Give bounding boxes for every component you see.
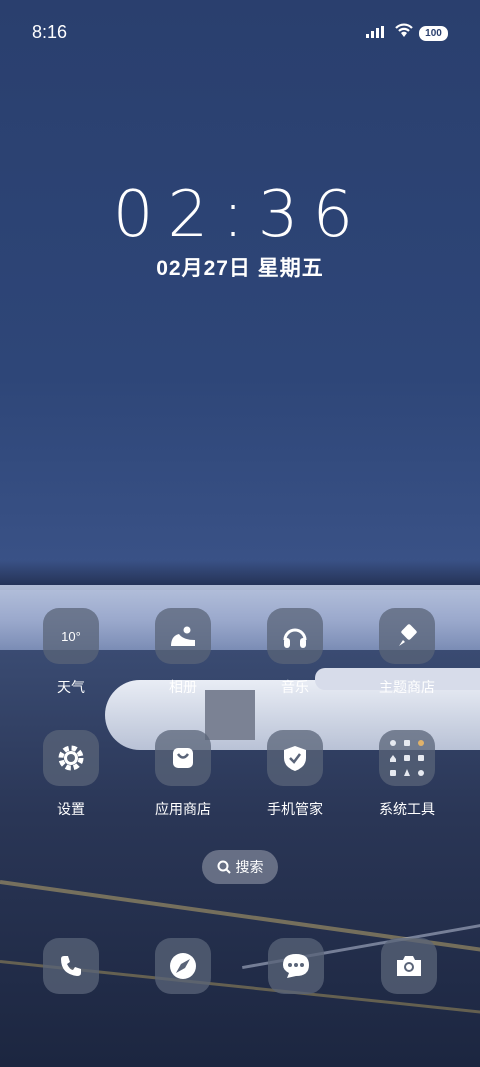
brush-icon [379, 608, 435, 664]
app-label: 设置 [57, 801, 85, 817]
status-time: 8:16 [32, 22, 68, 42]
app-label: 天气 [57, 679, 85, 695]
app-gallery[interactable]: 相册 [128, 608, 238, 697]
phone-icon [43, 938, 99, 994]
wifi-icon [395, 23, 413, 37]
message-icon [268, 938, 324, 994]
app-label: 音乐 [281, 679, 309, 695]
app-app-store[interactable]: 应用商店 [128, 730, 238, 819]
shopping-bag-icon [155, 730, 211, 786]
wallpaper [0, 0, 480, 1067]
shield-check-icon [267, 730, 323, 786]
app-label: 应用商店 [155, 801, 211, 817]
folder-grid-icon [379, 730, 435, 786]
search-label: 搜索 [235, 859, 264, 875]
gear-icon [43, 730, 99, 786]
battery-indicator: 100 [419, 26, 448, 41]
app-label: 相册 [169, 679, 197, 695]
compass-browser-icon [155, 938, 211, 994]
headphones-icon [267, 608, 323, 664]
clock-time[interactable]: 02:36 [0, 178, 480, 252]
app-system-tools-folder[interactable]: 系统工具 [352, 730, 462, 819]
dock-messages[interactable] [268, 938, 324, 994]
app-label: 系统工具 [379, 801, 435, 817]
camera-icon [381, 938, 437, 994]
signal-bars-icon [366, 26, 384, 38]
dock-camera[interactable] [381, 938, 437, 994]
app-theme-store[interactable]: 主题商店 [352, 608, 462, 697]
weather-icon: 10° [43, 608, 99, 664]
gallery-icon [155, 608, 211, 664]
search-button[interactable]: 搜索 [202, 850, 278, 884]
app-label: 主题商店 [379, 679, 435, 695]
app-weather[interactable]: 10° 天气 [16, 608, 126, 697]
clock-date[interactable]: 02月27日 星期五 [0, 252, 480, 282]
app-settings[interactable]: 设置 [16, 730, 126, 819]
app-music[interactable]: 音乐 [240, 608, 350, 697]
dock-phone[interactable] [43, 938, 99, 994]
dock-browser[interactable] [155, 938, 211, 994]
app-label: 手机管家 [267, 801, 323, 817]
status-bar: 8:16 100 [0, 0, 480, 66]
app-phone-manager[interactable]: 手机管家 [240, 730, 350, 819]
search-icon [217, 860, 231, 874]
